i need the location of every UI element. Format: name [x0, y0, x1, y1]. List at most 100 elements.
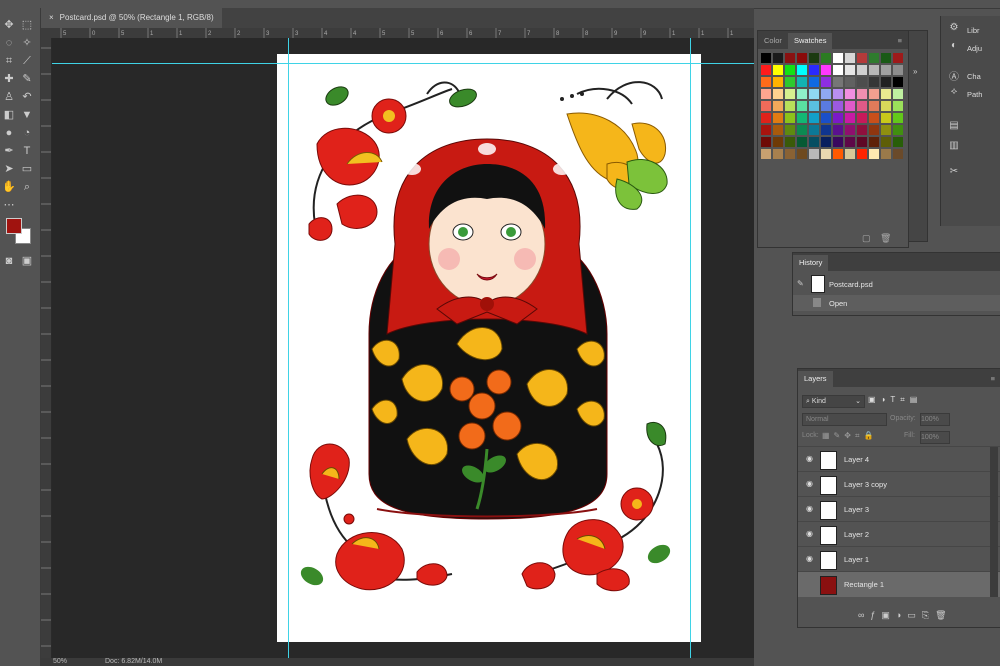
hand-tool-icon[interactable]: ✋	[2, 180, 16, 194]
color-swatch[interactable]	[869, 149, 879, 159]
color-swatch[interactable]	[833, 137, 843, 147]
properties-icon[interactable]: ▤	[945, 120, 963, 136]
color-swatch[interactable]	[881, 149, 891, 159]
color-swatch[interactable]	[869, 113, 879, 123]
color-swatch[interactable]	[845, 65, 855, 75]
color-swatch[interactable]	[785, 89, 795, 99]
color-swatch[interactable]	[797, 113, 807, 123]
color-swatch[interactable]	[845, 149, 855, 159]
color-swatch[interactable]	[809, 101, 819, 111]
color-swatch[interactable]	[785, 65, 795, 75]
libraries-icon[interactable]: ⚙	[945, 22, 963, 38]
color-swatch[interactable]	[893, 101, 903, 111]
rectangle-tool-icon[interactable]: ▭	[20, 162, 34, 176]
dock-label-libraries[interactable]: Libr	[967, 26, 980, 35]
layers-footer-icons[interactable]: ∞ƒ▣◑▭⎘🗑	[858, 610, 953, 621]
color-swatch[interactable]	[821, 149, 831, 159]
visibility-eye-icon[interactable]: ◉	[806, 455, 814, 463]
color-swatch[interactable]	[893, 77, 903, 87]
visibility-eye-icon[interactable]	[806, 580, 814, 588]
color-swatch[interactable]	[893, 137, 903, 147]
color-swatch[interactable]	[761, 125, 771, 135]
color-swatch[interactable]	[845, 77, 855, 87]
color-swatch[interactable]	[881, 53, 891, 63]
color-swatch[interactable]	[821, 89, 831, 99]
color-swatch[interactable]	[773, 77, 783, 87]
color-swatch[interactable]	[857, 53, 867, 63]
character-icon[interactable]: Ⓐ	[945, 68, 963, 84]
close-tab-icon[interactable]: ×	[49, 8, 54, 28]
delete-swatch-icon[interactable]: 🗑	[880, 233, 891, 244]
color-swatch[interactable]	[869, 89, 879, 99]
guide-vertical-right[interactable]	[690, 38, 691, 658]
color-swatch[interactable]	[785, 101, 795, 111]
color-swatch[interactable]	[821, 113, 831, 123]
color-swatch[interactable]	[773, 113, 783, 123]
color-swatch[interactable]	[833, 125, 843, 135]
color-swatch[interactable]	[845, 53, 855, 63]
color-swatch[interactable]	[809, 137, 819, 147]
color-swatch[interactable]	[809, 89, 819, 99]
document-canvas[interactable]	[277, 54, 701, 642]
magic-wand-icon[interactable]: ✧	[20, 36, 34, 50]
color-swatch[interactable]	[773, 149, 783, 159]
paths-icon[interactable]: ⟡	[945, 86, 963, 102]
dock-label-character[interactable]: Cha	[967, 72, 981, 81]
color-swatch[interactable]	[809, 77, 819, 87]
color-swatch[interactable]	[881, 125, 891, 135]
color-swatch[interactable]	[785, 125, 795, 135]
color-swatch[interactable]	[893, 89, 903, 99]
healing-brush-icon[interactable]: ✚	[2, 72, 16, 86]
tab-swatches[interactable]: Swatches	[787, 33, 833, 49]
quick-mask-icon[interactable]: ◙	[2, 254, 16, 268]
color-swatch[interactable]	[761, 113, 771, 123]
color-swatch[interactable]	[821, 65, 831, 75]
color-swatch[interactable]	[857, 125, 867, 135]
opacity-field[interactable]: 100%	[920, 413, 950, 426]
color-swatch[interactable]	[893, 113, 903, 123]
layer-row[interactable]: ◉ Layer 3	[798, 496, 1000, 522]
color-swatch[interactable]	[845, 137, 855, 147]
dodge-tool-icon[interactable]: ◔	[20, 126, 34, 140]
color-swatch[interactable]	[761, 137, 771, 147]
history-brush-icon[interactable]: ↶	[20, 90, 34, 104]
color-swatch[interactable]	[869, 53, 879, 63]
color-swatch[interactable]	[833, 113, 843, 123]
color-swatch[interactable]	[797, 137, 807, 147]
color-swatch[interactable]	[845, 89, 855, 99]
color-swatch[interactable]	[761, 53, 771, 63]
zoom-tool-icon[interactable]: ⌕	[20, 180, 34, 194]
guide-horizontal-top[interactable]	[52, 63, 754, 64]
color-swatch[interactable]	[893, 53, 903, 63]
color-swatch[interactable]	[761, 149, 771, 159]
color-swatch[interactable]	[833, 53, 843, 63]
color-swatch[interactable]	[821, 53, 831, 63]
layer-filter-icons[interactable]: ▣◑T⌗▤	[868, 395, 922, 405]
history-title[interactable]: History	[793, 255, 829, 271]
color-swatch[interactable]	[857, 65, 867, 75]
new-swatch-icon[interactable]: ▢	[862, 233, 871, 244]
brush-tool-icon[interactable]: ✎	[20, 72, 34, 86]
brush-source-icon[interactable]: ✎	[797, 279, 804, 288]
adjustments-icon[interactable]: ◐	[945, 40, 963, 56]
color-swatch[interactable]	[785, 149, 795, 159]
color-swatch[interactable]	[881, 65, 891, 75]
color-swatch[interactable]	[809, 149, 819, 159]
color-swatch[interactable]	[833, 77, 843, 87]
color-swatch[interactable]	[833, 89, 843, 99]
color-swatch[interactable]	[881, 89, 891, 99]
color-swatch[interactable]	[893, 149, 903, 159]
filter-kind-select[interactable]: ⌕ Kind ⌄	[802, 395, 865, 408]
move-tool-icon[interactable]: ✥	[2, 18, 16, 32]
color-swatch[interactable]	[881, 101, 891, 111]
color-swatch[interactable]	[869, 65, 879, 75]
color-swatch[interactable]	[893, 65, 903, 75]
visibility-eye-icon[interactable]: ◉	[806, 505, 814, 513]
color-swatch[interactable]	[869, 125, 879, 135]
color-swatch[interactable]	[761, 89, 771, 99]
color-swatch[interactable]	[869, 77, 879, 87]
collapse-arrows-icon[interactable]: »	[913, 67, 917, 76]
color-swatch[interactable]	[797, 149, 807, 159]
color-swatch[interactable]	[773, 101, 783, 111]
color-swatch[interactable]	[857, 149, 867, 159]
